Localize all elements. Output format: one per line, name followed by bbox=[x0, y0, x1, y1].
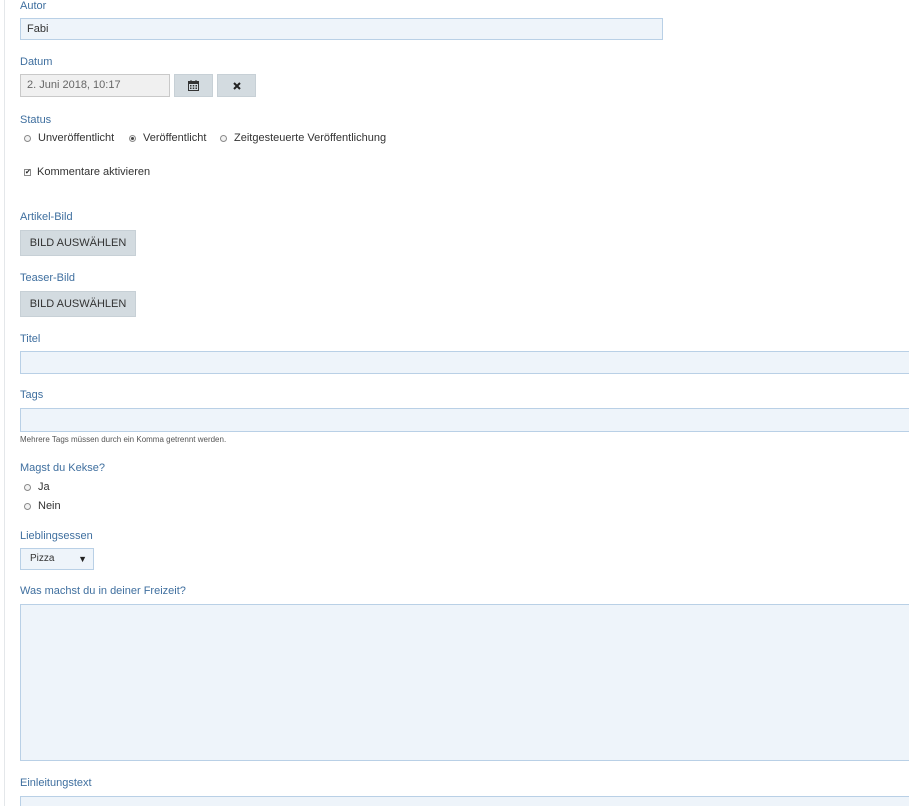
titel-label: Titel bbox=[20, 333, 41, 345]
dropdown-caret-icon: ▼ bbox=[78, 554, 87, 564]
teaser-bild-label: Teaser-Bild bbox=[20, 272, 76, 284]
autor-input[interactable]: Fabi bbox=[20, 18, 663, 40]
calendar-icon bbox=[188, 80, 199, 91]
clear-date-button[interactable] bbox=[217, 74, 256, 97]
status-radio-unveroeffentlicht[interactable] bbox=[24, 135, 31, 142]
status-option-label: Zeitgesteuerte Veröffentlichung bbox=[234, 132, 387, 144]
autor-label: Autor bbox=[20, 0, 47, 12]
tags-help-text: Mehrere Tags müssen durch ein Komma getr… bbox=[20, 435, 227, 444]
freizeit-textarea[interactable] bbox=[20, 604, 909, 761]
artikel-bild-button[interactable]: BILD AUSWÄHLEN bbox=[20, 230, 136, 256]
status-radio-zeitgesteuert[interactable] bbox=[220, 135, 227, 142]
titel-input[interactable] bbox=[20, 351, 909, 374]
freizeit-label: Was machst du in deiner Freizeit? bbox=[20, 585, 186, 597]
left-border bbox=[4, 0, 5, 806]
datum-input[interactable]: 2. Juni 2018, 10:17 bbox=[20, 74, 170, 97]
lieblingsessen-select[interactable]: Pizza ▼ bbox=[20, 548, 94, 570]
artikel-bild-label: Artikel-Bild bbox=[20, 211, 73, 223]
kommentare-checkbox[interactable]: ✔ bbox=[24, 169, 31, 176]
status-option-label: Veröffentlicht bbox=[143, 132, 207, 144]
kekse-option-label: Ja bbox=[38, 481, 50, 493]
datum-label: Datum bbox=[20, 56, 53, 68]
status-option-label: Unveröffentlicht bbox=[38, 132, 115, 144]
lieblingsessen-selected-value: Pizza bbox=[30, 553, 55, 564]
kommentare-label: Kommentare aktivieren bbox=[37, 166, 151, 178]
teaser-bild-button[interactable]: BILD AUSWÄHLEN bbox=[20, 291, 136, 317]
status-radio-veroeffentlicht[interactable] bbox=[129, 135, 136, 142]
calendar-button[interactable] bbox=[174, 74, 213, 97]
tags-input[interactable] bbox=[20, 408, 909, 432]
status-label: Status bbox=[20, 114, 52, 126]
einleitung-label: Einleitungstext bbox=[20, 777, 92, 789]
close-icon bbox=[232, 81, 241, 90]
kekse-option-label: Nein bbox=[38, 500, 61, 512]
kekse-label: Magst du Kekse? bbox=[20, 462, 105, 474]
tags-label: Tags bbox=[20, 389, 44, 401]
kekse-radio-ja[interactable] bbox=[24, 484, 31, 491]
lieblingsessen-label: Lieblingsessen bbox=[20, 530, 93, 542]
kekse-radio-nein[interactable] bbox=[24, 503, 31, 510]
einleitung-textarea[interactable] bbox=[20, 796, 909, 806]
